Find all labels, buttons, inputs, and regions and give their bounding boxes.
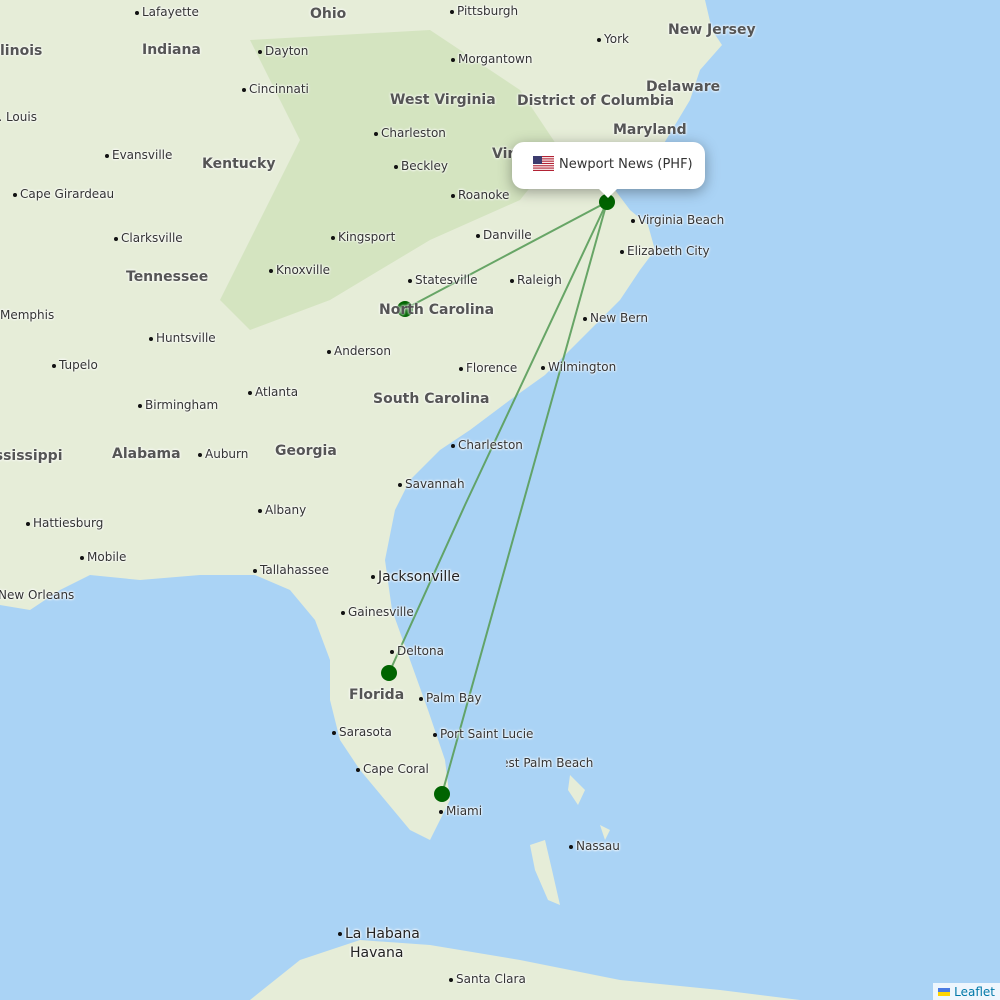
city-label: Tallahassee <box>253 563 329 577</box>
city-label: Statesville <box>408 273 478 287</box>
city-label: Knoxville <box>269 263 330 277</box>
city-label: Beckley <box>394 159 448 173</box>
popup-title: Newport News (PHF) <box>559 157 693 172</box>
city-label: Raleigh <box>510 273 562 287</box>
city-label: Clarksville <box>114 231 183 245</box>
city-label: Cape Coral <box>356 762 429 776</box>
city-label: Kingsport <box>331 230 395 244</box>
state-label: Indiana <box>142 42 201 58</box>
city-label: York <box>597 32 629 46</box>
city-label: Morgantown <box>451 52 532 66</box>
city-label: La Habana <box>338 926 420 942</box>
land-cuba <box>250 940 800 1000</box>
attribution: Leaflet <box>933 983 1000 1000</box>
city-label: Huntsville <box>149 331 216 345</box>
city-label: Hattiesburg <box>26 516 103 530</box>
city-label: Pittsburgh <box>450 4 518 18</box>
state-label: Georgia <box>275 443 337 459</box>
city-label: Nassau <box>569 839 620 853</box>
state-label: Illinois <box>0 43 43 59</box>
airport-popup: Newport News (PHF) <box>512 142 705 198</box>
city-label: St. Louis <box>0 110 37 124</box>
city-label: Evansville <box>105 148 172 162</box>
state-label: West Virginia <box>390 92 496 108</box>
airport-marker[interactable] <box>381 665 397 681</box>
airport-marker[interactable] <box>434 786 450 802</box>
state-label: Alabama <box>112 446 181 462</box>
city-label: Deltona <box>390 644 444 658</box>
city-label: Dayton <box>258 44 308 58</box>
city-label: Cincinnati <box>242 82 309 96</box>
city-label: Port Saint Lucie <box>433 727 533 741</box>
state-label: District of Columbia <box>517 93 675 109</box>
state-label: Maryland <box>613 122 687 138</box>
city-label: Santa Clara <box>449 972 526 986</box>
state-label: New Jersey <box>668 22 756 38</box>
city-label: Jacksonville <box>371 569 460 585</box>
state-label: Kentucky <box>202 156 276 172</box>
city-label: Tupelo <box>52 358 98 372</box>
state-label: Delaware <box>646 79 721 95</box>
state-label: Ohio <box>310 6 347 22</box>
city-label: Savannah <box>398 477 465 491</box>
city-label: New Bern <box>583 311 648 325</box>
state-label: North Carolina <box>379 302 495 318</box>
city-label: Cape Girardeau <box>13 187 114 201</box>
city-label: Gainesville <box>341 605 414 619</box>
city-label: Roanoke <box>451 188 509 202</box>
city-label: Palm Bay <box>419 691 482 705</box>
state-label: South Carolina <box>373 391 490 407</box>
ukraine-flag-icon <box>938 988 951 996</box>
city-label: Wilmington <box>541 360 616 374</box>
city-label: Miami <box>439 804 482 818</box>
city-label: Auburn <box>198 447 248 461</box>
city-label: Sarasota <box>332 725 392 739</box>
leaflet-link[interactable]: Leaflet <box>954 985 995 999</box>
city-label: Birmingham <box>138 398 218 412</box>
city-label: Mobile <box>80 550 126 564</box>
city-label: Elizabeth City <box>620 244 710 258</box>
state-label: Mississippi <box>0 448 63 464</box>
city-label: Albany <box>258 503 306 517</box>
city-label: Memphis <box>0 308 55 322</box>
state-label: Tennessee <box>126 269 209 285</box>
us-flag-icon <box>533 156 554 171</box>
city-label: Virginia Beach <box>631 213 724 227</box>
city-label: Charleston <box>451 438 523 452</box>
city-label: Charleston <box>374 126 446 140</box>
city-label: Anderson <box>327 344 391 358</box>
state-label: Florida <box>349 687 405 703</box>
city-label: Danville <box>476 228 532 242</box>
city-label: Lafayette <box>135 5 199 19</box>
city-label: Havana <box>350 945 404 961</box>
city-label: Atlanta <box>248 385 298 399</box>
city-label: New Orleans <box>0 588 75 602</box>
city-label: Florence <box>459 361 517 375</box>
